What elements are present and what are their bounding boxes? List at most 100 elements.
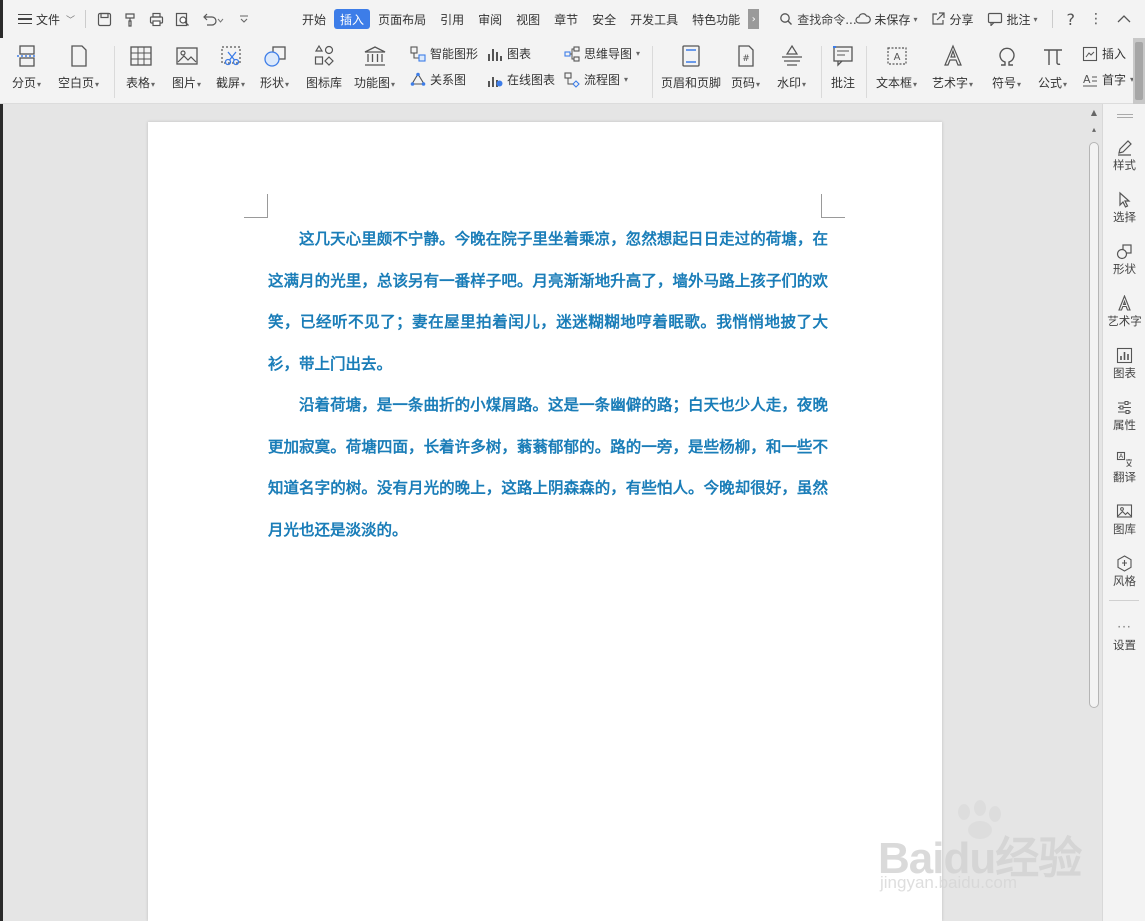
online-chart-button[interactable]: 在线图表 (487, 71, 555, 88)
watermark-icon (779, 43, 805, 69)
page-break-button[interactable]: 分页▾ (12, 38, 41, 91)
watermark-button[interactable]: 水印▾ (777, 38, 806, 91)
share-button[interactable]: 分享 (931, 11, 973, 28)
word-art-button[interactable]: 艺术字▾ (932, 38, 973, 91)
side-gallery-button[interactable]: 图库 (1103, 502, 1145, 537)
menu-bar: 文件 ﹀ 开始 插入 页面布局 引用 审阅 视图 章节 安全 开发工具 特色功能 › 查找命令..… (0, 0, 1145, 921)
drop-cap-button[interactable]: A 首字 ▾ (1082, 71, 1134, 88)
command-search[interactable]: 查找命令... (779, 11, 857, 28)
tab-4[interactable]: 审阅 (472, 9, 508, 29)
chart-icon (1116, 346, 1134, 364)
more-options-button[interactable]: ⋮ (1089, 11, 1103, 27)
side-style-button[interactable]: 样式 (1103, 138, 1145, 173)
annotation-icon (830, 43, 856, 69)
wordart-icon (1116, 294, 1134, 312)
online-chart-label: 在线图表 (507, 73, 556, 87)
customize-toolbar-icon[interactable] (236, 11, 252, 27)
table-button[interactable]: 表格▾ (126, 38, 155, 91)
comment-button[interactable]: 批注 ▾ (987, 11, 1038, 28)
print-preview-icon[interactable] (174, 11, 190, 27)
screenshot-button[interactable]: 截屏▾ (216, 38, 245, 91)
mind-map-button[interactable]: 思维导图 ▾ (564, 45, 640, 62)
side-wordart-button[interactable]: 艺术字 (1103, 294, 1145, 329)
smart-shape-button[interactable]: 智能图形 (410, 45, 478, 62)
help-button[interactable]: ? (1067, 10, 1076, 29)
tab-1[interactable]: 插入 (334, 9, 371, 29)
scissors-icon (218, 43, 244, 69)
side-settings-label: 设置 (1113, 638, 1136, 652)
document-body[interactable]: 这几天心里颇不宁静。今晚在院子里坐着乘凉，忽然想起日日走过的荷塘，在这满月的光里… (268, 219, 828, 551)
online-chart-icon (487, 72, 503, 88)
mind-map-label: 思维导图 (584, 47, 633, 61)
insert-attachment-button[interactable]: 插入 (1082, 45, 1126, 62)
chevron-up-icon (1117, 14, 1131, 24)
tab-6[interactable]: 章节 (548, 9, 584, 29)
question-icon: ? (1066, 9, 1076, 29)
side-settings-button[interactable]: ··· 设置 (1103, 618, 1145, 653)
relation-chart-button[interactable]: 关系图 (410, 71, 466, 88)
pen-icon (1116, 138, 1134, 156)
page-number-button[interactable]: # 页码▾ (731, 38, 760, 91)
tab-3[interactable]: 引用 (434, 9, 470, 29)
ribbon-scrollbar[interactable] (1133, 38, 1145, 104)
ribbon-insert: 分页▾ 空白页▾ 表格▾ 图片▾ 截屏▾ 形状▾ 图标库 功能图▾ 智能图形 关… (0, 38, 1145, 104)
text-box-icon: A (884, 43, 910, 69)
drag-handle-icon[interactable] (1117, 114, 1133, 118)
hamburger-icon (18, 13, 32, 25)
mind-map-icon (564, 45, 580, 62)
side-translate-button[interactable]: A 翻译 (1103, 450, 1145, 485)
divider (1109, 600, 1139, 601)
screenshot-label: 截屏 (216, 76, 241, 90)
chart-button[interactable]: 图表 (487, 45, 531, 62)
tab-9[interactable]: 特色功能 (686, 9, 746, 29)
scroll-page-up-icon[interactable]: ▴ (1089, 125, 1099, 135)
flowchart-button[interactable]: 流程图 ▾ (564, 71, 628, 88)
tab-7[interactable]: 安全 (586, 9, 622, 29)
tab-8[interactable]: 开发工具 (624, 9, 684, 29)
header-footer-button[interactable]: 页眉和页脚 (661, 38, 721, 91)
side-gallery-label: 图库 (1113, 522, 1136, 536)
quick-access-toolbar (96, 11, 252, 27)
side-chart-button[interactable]: 图表 (1103, 346, 1145, 381)
header-footer-label: 页眉和页脚 (661, 76, 722, 90)
scrollbar-thumb[interactable] (1089, 142, 1099, 708)
icon-library-button[interactable]: 图标库 (306, 38, 342, 91)
flowchart-icon (564, 71, 580, 88)
side-style-theme-label: 风格 (1113, 574, 1136, 588)
vertical-scrollbar[interactable]: ▲ ▴ (1086, 104, 1102, 921)
side-style-theme-button[interactable]: 风格 (1103, 554, 1145, 589)
shapes-button[interactable]: 形状▾ (260, 38, 289, 91)
function-chart-button[interactable]: 功能图▾ (354, 38, 395, 91)
tab-0[interactable]: 开始 (296, 9, 332, 29)
tab-5[interactable]: 视图 (510, 9, 546, 29)
document-page[interactable]: 这几天心里颇不宁静。今晚在院子里坐着乘凉，忽然想起日日走过的荷塘，在这满月的光里… (148, 122, 942, 921)
scroll-up-icon[interactable]: ▲ (1089, 108, 1099, 118)
paragraph[interactable]: 沿着荷塘，是一条曲折的小煤屑路。这是一条幽僻的路；白天也少人走，夜晚更加寂寞。荷… (268, 385, 828, 551)
format-painter-icon[interactable] (122, 11, 138, 27)
save-status-button[interactable]: 未保存 ▾ (855, 11, 917, 28)
blank-page-button[interactable]: 空白页▾ (58, 38, 99, 91)
collapse-ribbon-button[interactable] (1117, 14, 1131, 24)
tab-2[interactable]: 页面布局 (372, 9, 432, 29)
icon-library-label: 图标库 (306, 76, 343, 90)
picture-button[interactable]: 图片▾ (172, 38, 201, 91)
attachment-icon (1082, 46, 1098, 62)
side-select-button[interactable]: 选择 (1103, 190, 1145, 225)
file-menu-button[interactable]: 文件 ﹀ (14, 6, 79, 32)
formula-button[interactable]: 公式▾ (1038, 38, 1067, 91)
smart-shape-label: 智能图形 (430, 47, 479, 61)
save-icon[interactable] (96, 11, 112, 27)
print-icon[interactable] (148, 11, 164, 27)
kebab-icon: ⋮ (1089, 11, 1103, 27)
side-properties-button[interactable]: 属性 (1103, 398, 1145, 433)
text-box-button[interactable]: A 文本框▾ (876, 38, 917, 91)
annotation-button[interactable]: 批注 (830, 38, 856, 91)
side-shapes-button[interactable]: 形状 (1103, 242, 1145, 277)
settings-icon: ··· (1117, 620, 1132, 634)
blank-page-label: 空白页 (58, 76, 95, 90)
undo-icon[interactable] (200, 11, 226, 27)
save-status-label: 未保存 (874, 12, 911, 27)
paragraph[interactable]: 这几天心里颇不宁静。今晚在院子里坐着乘凉，忽然想起日日走过的荷塘，在这满月的光里… (268, 219, 828, 385)
more-tabs-button[interactable]: › (748, 9, 760, 29)
symbol-button[interactable]: 符号▾ (992, 38, 1021, 91)
